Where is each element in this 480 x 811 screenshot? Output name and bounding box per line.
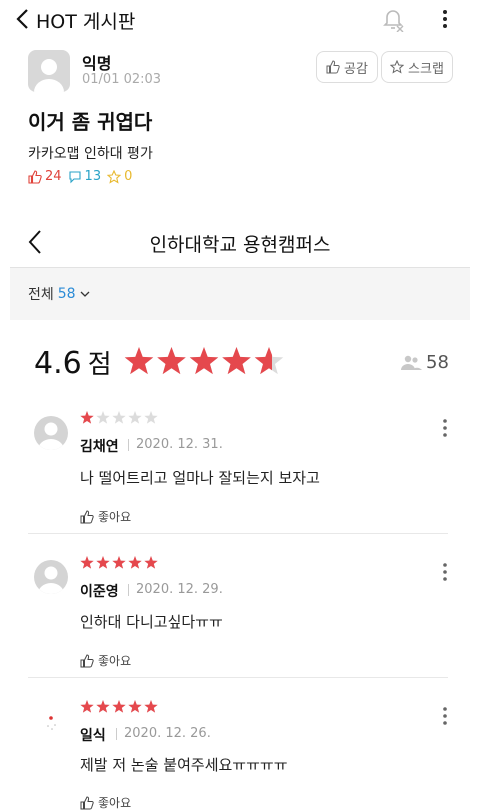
star-fill xyxy=(189,347,219,375)
star-fill xyxy=(128,700,142,713)
more-options-icon[interactable] xyxy=(440,705,450,727)
rating-value: 4.6 xyxy=(34,346,82,381)
star-fill xyxy=(157,347,186,375)
profile-image-icon xyxy=(47,716,56,730)
rating-unit: 점 xyxy=(87,350,112,380)
reviewer-count: 58 xyxy=(400,352,449,373)
star-fill xyxy=(80,556,94,569)
avatar xyxy=(34,704,68,738)
post-author: 익명 xyxy=(82,54,112,73)
review-stars xyxy=(80,556,158,569)
review-like-button[interactable]: 좋아요 xyxy=(80,652,131,669)
people-icon xyxy=(401,355,422,370)
scrap-count-value: 0 xyxy=(124,169,133,184)
review-like-label: 좋아요 xyxy=(98,796,132,810)
separator xyxy=(128,439,129,451)
average-rating: 4.6 점 xyxy=(34,344,112,381)
board-title: HOT 게시판 xyxy=(36,11,136,33)
filter-count: 58 xyxy=(57,286,76,302)
review-text: 제발 저 논술 붙여주세요ㅠㅠㅠㅠ xyxy=(80,756,288,774)
place-title: 인하대학교 용현캠퍼스 xyxy=(149,234,331,256)
thumbs-up-icon xyxy=(326,60,340,74)
post-time: 01/01 02:03 xyxy=(82,72,162,87)
thumbs-up-icon xyxy=(80,653,94,667)
thumbs-up-icon xyxy=(80,795,94,809)
chevron-down-icon xyxy=(80,291,90,297)
more-options-icon[interactable] xyxy=(440,417,450,439)
review-date: 2020. 12. 29. xyxy=(136,582,223,597)
default-avatar-icon xyxy=(38,422,64,450)
review-like-button[interactable]: 좋아요 xyxy=(80,794,131,811)
star-fill xyxy=(80,411,94,424)
review-text: 인하대 다니고싶다ㅠㅠ xyxy=(80,613,223,631)
thumbs-up-icon xyxy=(80,509,94,523)
post-stats: 24 13 0 xyxy=(28,169,132,184)
divider xyxy=(28,677,448,678)
post-title: 이거 좀 귀엽다 xyxy=(28,110,153,134)
scrap-button-label: 스크랩 xyxy=(408,61,444,77)
avatar xyxy=(34,560,68,594)
star-icon xyxy=(128,411,142,424)
scrap-count: 0 xyxy=(107,169,132,184)
comment-icon xyxy=(68,170,81,183)
filter-label: 전체 xyxy=(28,287,54,303)
reviewer-count-value: 58 xyxy=(426,352,449,373)
star-fill xyxy=(222,347,251,375)
like-count: 24 xyxy=(28,169,62,184)
reviewer-name: 일식 xyxy=(80,728,106,744)
star-fill xyxy=(80,700,94,713)
separator xyxy=(116,728,117,740)
review-stars xyxy=(80,700,158,713)
like-button[interactable]: 공감 xyxy=(316,51,378,83)
star-fill xyxy=(112,700,126,713)
star-fill xyxy=(124,347,154,375)
more-options-icon[interactable] xyxy=(440,8,450,30)
star-outline-icon xyxy=(107,169,122,184)
comment-count: 13 xyxy=(68,169,102,184)
like-button-label: 공감 xyxy=(344,61,368,77)
reviewer-name: 이준영 xyxy=(80,584,119,600)
star-outline-icon xyxy=(390,60,405,74)
divider xyxy=(28,533,448,534)
avatar xyxy=(28,50,70,92)
notification-off-icon[interactable] xyxy=(381,6,405,32)
star-icon xyxy=(112,411,126,424)
filter-dropdown[interactable]: 전체 58 xyxy=(28,284,90,304)
star-fill xyxy=(128,556,142,569)
review-like-button[interactable]: 좋아요 xyxy=(80,508,131,525)
more-options-icon[interactable] xyxy=(440,561,450,583)
avatar xyxy=(34,416,68,450)
thumbs-up-icon xyxy=(28,169,42,184)
separator xyxy=(128,584,129,596)
star-fill xyxy=(144,700,158,713)
review-date: 2020. 12. 26. xyxy=(124,726,211,741)
comment-count-value: 13 xyxy=(84,169,102,184)
default-avatar-icon xyxy=(38,566,64,594)
star-icon xyxy=(144,411,158,424)
like-count-value: 24 xyxy=(45,169,62,184)
review-like-label: 좋아요 xyxy=(98,654,132,668)
scrap-button[interactable]: 스크랩 xyxy=(381,51,453,83)
review-date: 2020. 12. 31. xyxy=(136,437,223,452)
post-body: 카카오맵 인하대 평가 xyxy=(28,146,153,162)
default-avatar-icon xyxy=(34,59,64,92)
reviewer-name: 김채연 xyxy=(80,439,119,455)
review-stars xyxy=(80,411,158,424)
back-arrow-icon[interactable] xyxy=(12,7,34,31)
star-fill xyxy=(112,556,126,569)
rating-stars xyxy=(124,347,284,375)
star-icon xyxy=(96,411,110,424)
star-fill xyxy=(144,556,158,569)
review-text: 나 떨어트리고 얼마나 잘되는지 보자고 xyxy=(80,469,320,487)
review-like-label: 좋아요 xyxy=(98,510,132,524)
star-fill xyxy=(96,556,110,569)
star-fill xyxy=(96,700,110,713)
